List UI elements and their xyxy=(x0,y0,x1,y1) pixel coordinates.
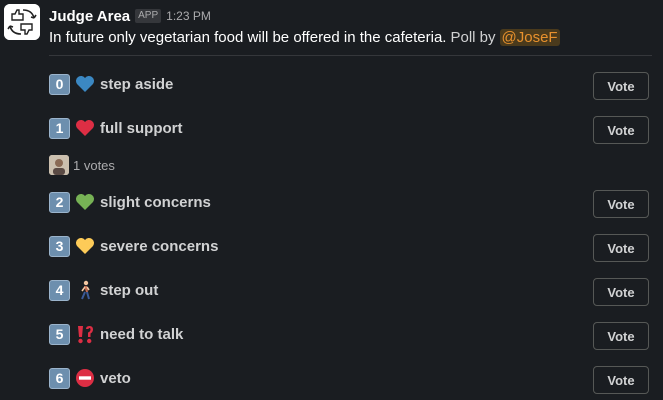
option-label: full support xyxy=(100,119,183,137)
poll-option-4: 4 step out xyxy=(49,279,158,301)
number-badge: 6 xyxy=(49,367,70,389)
app-avatar[interactable] xyxy=(4,4,40,40)
poll-option-1: 1 full support xyxy=(49,117,183,139)
voter-avatar[interactable] xyxy=(49,155,69,175)
option-label: veto xyxy=(100,369,131,387)
vote-count: 1 votes xyxy=(73,157,115,173)
number-badge: 3 xyxy=(49,235,70,257)
number-badge: 1 xyxy=(49,117,70,139)
question-text: In future only vegetarian food will be o… xyxy=(49,28,447,46)
thumbs-up-down-logo-icon xyxy=(4,4,40,40)
double-exclamation-icon xyxy=(74,324,96,344)
timestamp[interactable]: 1:23 PM xyxy=(166,9,211,23)
number-badge: 2 xyxy=(49,191,70,213)
number-badge: 5 xyxy=(49,323,70,345)
yellow-heart-icon xyxy=(74,236,96,256)
number-badge: 0 xyxy=(49,73,70,95)
option-label: step aside xyxy=(100,75,174,93)
poll-option-0: 0 step aside xyxy=(49,73,173,95)
red-heart-icon xyxy=(74,118,96,138)
number-badge: 4 xyxy=(49,279,70,301)
no-entry-icon xyxy=(74,368,96,388)
app-name[interactable]: Judge Area xyxy=(49,8,130,25)
blue-heart-icon xyxy=(74,74,96,94)
option-label: slight concerns xyxy=(100,193,211,211)
person-walking-icon xyxy=(74,280,96,300)
poll-question: In future only vegetarian food will be o… xyxy=(49,27,560,47)
vote-button-0[interactable]: Vote xyxy=(593,72,649,100)
vote-button-1[interactable]: Vote xyxy=(593,116,649,144)
poll-option-5: 5 need to talk xyxy=(49,323,183,345)
vote-button-5[interactable]: Vote xyxy=(593,322,649,350)
user-mention[interactable]: @JoseF xyxy=(499,28,560,46)
option-label: step out xyxy=(100,281,159,299)
app-badge: APP xyxy=(135,9,162,23)
divider xyxy=(49,55,652,56)
vote-button-4[interactable]: Vote xyxy=(593,278,649,306)
option-1-voters: 1 votes xyxy=(49,155,115,175)
option-label: need to talk xyxy=(100,325,184,343)
poll-message: Judge Area APP 1:23 PM In future only ve… xyxy=(0,0,663,400)
vote-button-3[interactable]: Vote xyxy=(593,234,649,262)
option-label: severe concerns xyxy=(100,237,219,255)
message-header: Judge Area APP 1:23 PM xyxy=(49,6,211,26)
vote-button-2[interactable]: Vote xyxy=(593,190,649,218)
poll-option-3: 3 severe concerns xyxy=(49,235,218,257)
poll-option-6: 6 veto xyxy=(49,367,131,389)
green-heart-icon xyxy=(74,192,96,212)
vote-button-6[interactable]: Vote xyxy=(593,366,649,394)
poll-option-2: 2 slight concerns xyxy=(49,191,211,213)
poll-by-label: Poll by xyxy=(450,28,496,46)
